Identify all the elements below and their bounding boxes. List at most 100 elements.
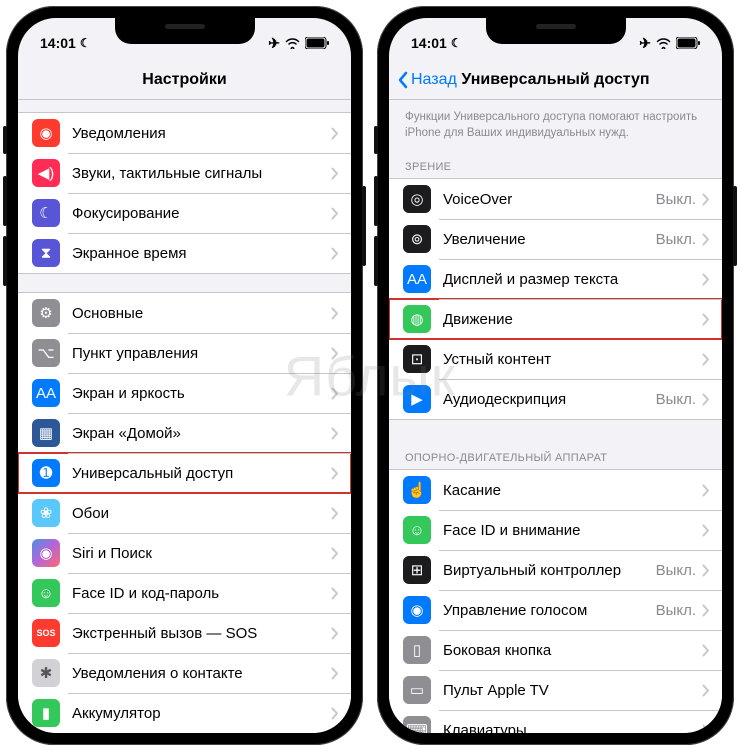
phone-left: 14:01 ☾ ✈ Настройки ◉Уведомления◀)Звуки,… (6, 6, 363, 745)
settings-row[interactable]: AAЭкран и яркость (18, 373, 351, 413)
audio-icon: ▶ (403, 385, 431, 413)
section-header: ОПОРНО-ДВИГАТЕЛЬНЫЙ АППАРАТ (389, 438, 722, 469)
row-label: Увеличение (443, 231, 656, 248)
chevron-right-icon (331, 507, 339, 520)
settings-row[interactable]: ☺ Face ID и внимание (389, 510, 722, 550)
chevron-right-icon (702, 273, 710, 286)
chevron-right-icon (331, 307, 339, 320)
accessibility-icon: ➊ (32, 459, 60, 487)
battery-icon (305, 37, 329, 49)
settings-group: ◉Уведомления◀)Звуки, тактильные сигналы☾… (18, 112, 351, 274)
status-time: 14:01 (40, 35, 76, 51)
row-label: Касание (443, 482, 702, 499)
settings-row[interactable]: ⌥Пункт управления (18, 333, 351, 373)
section-header: ЗРЕНИЕ (389, 147, 722, 178)
chevron-right-icon (702, 233, 710, 246)
sidebtn-icon: ▯ (403, 636, 431, 664)
settings-row[interactable]: ◍ Движение (389, 299, 722, 339)
chevron-right-icon (331, 627, 339, 640)
row-label: Уведомления о контакте (72, 665, 331, 682)
keyboard-icon: ⌨ (403, 716, 431, 733)
airplane-icon: ✈ (268, 35, 280, 52)
settings-row[interactable]: ▮ Аккумулятор (18, 693, 351, 733)
back-button[interactable]: Назад (397, 71, 457, 89)
settings-row[interactable]: ⊞Виртуальный контроллерВыкл. (389, 550, 722, 590)
row-label: Устный контент (443, 351, 702, 368)
settings-group: ◎VoiceOverВыкл.⊚УвеличениеВыкл.AAДисплей… (389, 178, 722, 420)
settings-row[interactable]: ▶АудиодескрипцияВыкл. (389, 379, 722, 419)
settings-row[interactable]: ⌨ Клавиатуры (389, 710, 722, 733)
settings-row[interactable]: ▯ Боковая кнопка (389, 630, 722, 670)
chevron-right-icon (331, 707, 339, 720)
settings-row[interactable]: ◉Управление голосомВыкл. (389, 590, 722, 630)
settings-row[interactable]: ☝ Касание (389, 470, 722, 510)
row-label: Пульт Apple TV (443, 682, 702, 699)
status-time: 14:01 (411, 35, 447, 51)
settings-group: ⚙Основные⌥Пункт управленияAAЭкран и ярко… (18, 292, 351, 733)
settings-row[interactable]: ✱Уведомления о контакте (18, 653, 351, 693)
chevron-right-icon (702, 604, 710, 617)
chevron-right-icon (702, 353, 710, 366)
row-label: Движение (443, 311, 702, 328)
chevron-right-icon (331, 207, 339, 220)
row-label: Siri и Поиск (72, 545, 331, 562)
chevron-right-icon (702, 644, 710, 657)
settings-list[interactable]: ◉Уведомления◀)Звуки, тактильные сигналы☾… (18, 100, 351, 733)
row-label: Экран и яркость (72, 385, 331, 402)
battery-icon: ▮ (32, 699, 60, 727)
chevron-right-icon (331, 247, 339, 260)
settings-row[interactable]: SOSЭкстренный вызов — SOS (18, 613, 351, 653)
settings-row[interactable]: ☺Face ID и код-пароль (18, 573, 351, 613)
row-label: Экранное время (72, 245, 331, 262)
chevron-right-icon (331, 427, 339, 440)
switches-icon: ⌥ (32, 339, 60, 367)
chevron-right-icon (331, 127, 339, 140)
row-label: Уведомления (72, 125, 331, 142)
row-value: Выкл. (656, 562, 696, 579)
accessibility-list[interactable]: Функции Универсального доступа помогают … (389, 100, 722, 733)
settings-row[interactable]: ❀Обои (18, 493, 351, 533)
row-label: Фокусирование (72, 205, 331, 222)
row-label: Клавиатуры (443, 722, 702, 733)
faceid2-icon: ☺ (403, 516, 431, 544)
motion-icon: ◍ (403, 305, 431, 333)
settings-row[interactable]: ◎VoiceOverВыкл. (389, 179, 722, 219)
row-label: Face ID и внимание (443, 522, 702, 539)
airplane-icon: ✈ (639, 35, 651, 52)
switch-icon: ⊞ (403, 556, 431, 584)
chevron-right-icon (702, 724, 710, 733)
settings-row[interactable]: ▭ Пульт Apple TV (389, 670, 722, 710)
settings-row[interactable]: ◀)Звуки, тактильные сигналы (18, 153, 351, 193)
row-label: Экран «Домой» (72, 425, 331, 442)
settings-row[interactable]: ☾ Фокусирование (18, 193, 351, 233)
remote-icon: ▭ (403, 676, 431, 704)
wallpaper-icon: ❀ (32, 499, 60, 527)
row-label: Аккумулятор (72, 705, 331, 722)
sos-icon: SOS (32, 619, 60, 647)
touch-icon: ☝ (403, 476, 431, 504)
settings-row[interactable]: ▦Экран «Домой» (18, 413, 351, 453)
row-label: Основные (72, 305, 331, 322)
page-title: Настройки (142, 71, 226, 89)
chevron-right-icon (702, 193, 710, 206)
settings-row[interactable]: ⊡ Устный контент (389, 339, 722, 379)
speech-icon: ⊡ (403, 345, 431, 373)
row-label: Аудиодескрипция (443, 391, 656, 408)
settings-row[interactable]: ⊚УвеличениеВыкл. (389, 219, 722, 259)
chevron-right-icon (331, 587, 339, 600)
settings-row[interactable]: ⚙Основные (18, 293, 351, 333)
phone-right: 14:01 ☾ ✈ Назад Универсальный доступ Фун… (377, 6, 734, 745)
battery-icon (676, 37, 700, 49)
zoom-icon: ⊚ (403, 225, 431, 253)
siri-icon: ◉ (32, 539, 60, 567)
settings-row[interactable]: ➊Универсальный доступ (18, 453, 351, 493)
settings-row[interactable]: AAДисплей и размер текста (389, 259, 722, 299)
dnd-icon: ☾ (80, 36, 91, 50)
settings-row[interactable]: ⧗Экранное время (18, 233, 351, 273)
row-label: Боковая кнопка (443, 642, 702, 659)
settings-row[interactable]: ◉Уведомления (18, 113, 351, 153)
settings-row[interactable]: ◉ Siri и Поиск (18, 533, 351, 573)
moon-icon: ☾ (32, 199, 60, 227)
chevron-right-icon (331, 347, 339, 360)
row-label: Звуки, тактильные сигналы (72, 165, 331, 182)
